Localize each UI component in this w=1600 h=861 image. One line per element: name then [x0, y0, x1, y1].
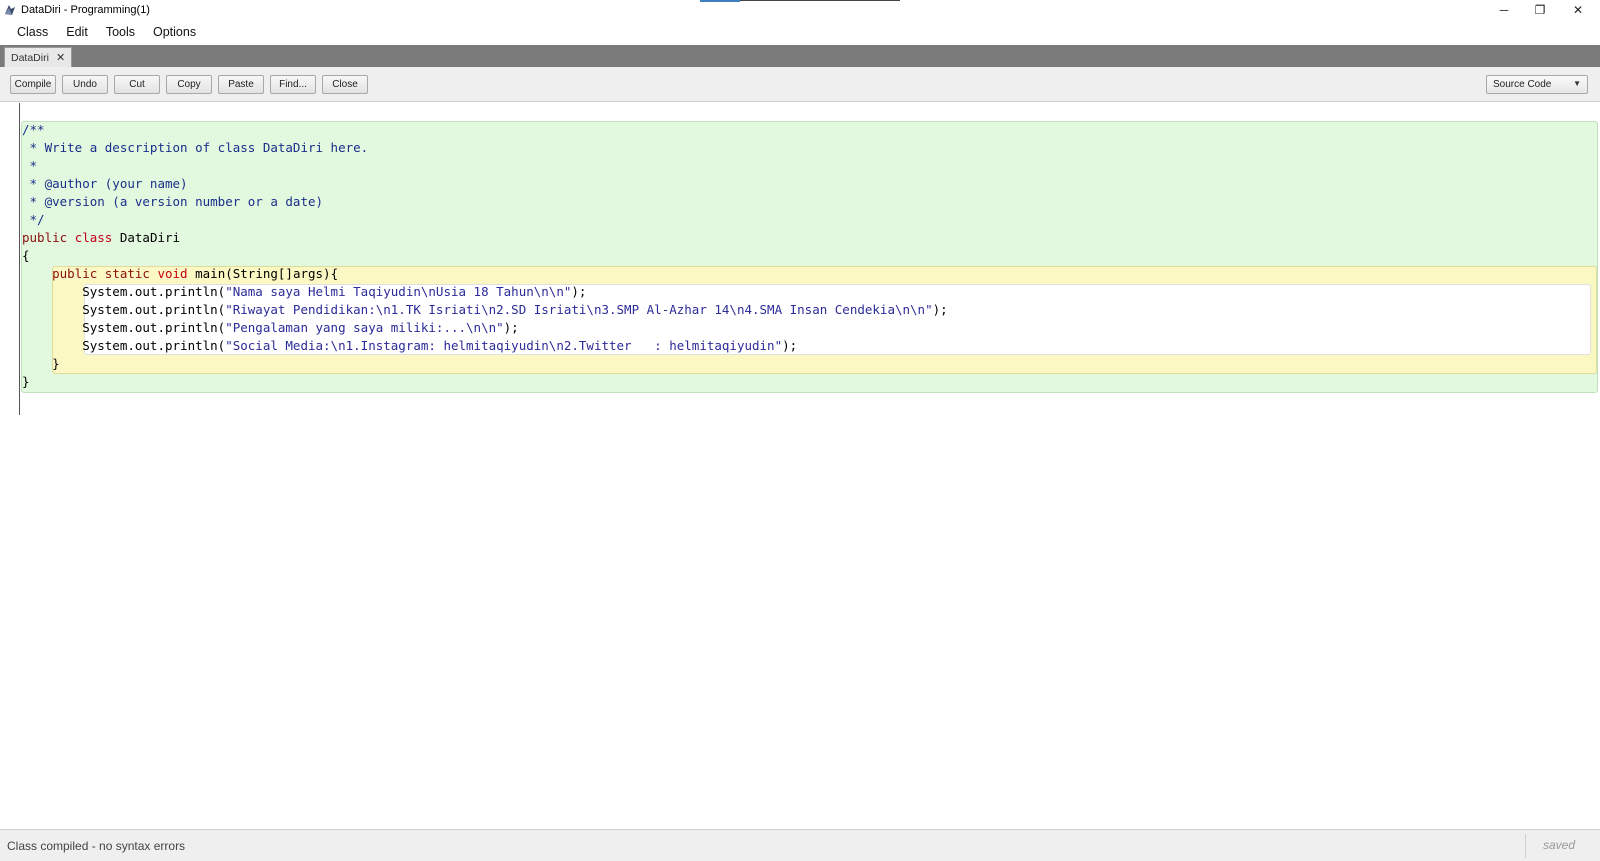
code-token: ); — [571, 284, 587, 299]
code-line[interactable]: */ — [22, 211, 948, 229]
title-accent-highlight — [700, 0, 740, 2]
copy-button[interactable]: Copy — [166, 75, 212, 94]
menu-options[interactable]: Options — [144, 25, 205, 39]
code-token: System.out.println( — [22, 284, 226, 299]
restore-button[interactable]: ❐ — [1521, 0, 1559, 19]
code-token: * — [22, 158, 38, 173]
code-token: * Write a description of class DataDiri … — [22, 140, 369, 155]
restore-icon: ❐ — [1534, 2, 1546, 17]
code-token: System.out.println( — [22, 320, 226, 335]
source-code[interactable]: /** * Write a description of class DataD… — [22, 121, 948, 391]
status-message: Class compiled - no syntax errors — [7, 839, 186, 853]
code-token: static — [104, 266, 158, 281]
editor-gutter-line — [19, 103, 20, 415]
code-token: ); — [503, 320, 519, 335]
tab-datadiri[interactable]: DataDiri ✕ — [4, 47, 73, 67]
code-token: * @version (a version number or a date) — [22, 194, 324, 209]
status-bar: Class compiled - no syntax errors saved — [0, 829, 1600, 861]
code-editor[interactable]: /** * Write a description of class DataD… — [0, 103, 1600, 828]
code-line[interactable]: System.out.println("Nama saya Helmi Taqi… — [22, 283, 948, 301]
code-line[interactable]: System.out.println("Pengalaman yang saya… — [22, 319, 948, 337]
tab-strip: DataDiri ✕ — [0, 45, 1600, 67]
close-icon: ✕ — [1572, 2, 1584, 17]
code-token: void — [157, 266, 196, 281]
code-line[interactable]: /** — [22, 121, 948, 139]
code-token: class — [74, 230, 120, 245]
code-token: */ — [22, 212, 45, 227]
editor-toolbar: Compile Undo Cut Copy Paste Find... Clos… — [0, 67, 1600, 102]
code-token: { — [22, 248, 30, 263]
code-token: } — [22, 356, 60, 371]
code-token: public — [52, 266, 105, 281]
code-token: main(String[]args){ — [195, 266, 339, 281]
window-title: DataDiri - Programming(1) — [21, 3, 150, 16]
code-token: System.out.println( — [22, 302, 226, 317]
code-line[interactable]: * @author (your name) — [22, 175, 948, 193]
code-token: } — [22, 374, 30, 389]
code-line[interactable]: * Write a description of class DataDiri … — [22, 139, 948, 157]
close-button[interactable]: Close — [322, 75, 368, 94]
code-token: DataDiri — [119, 230, 181, 245]
saved-indicator: saved — [1543, 838, 1576, 852]
code-line[interactable]: System.out.println("Social Media:\n1.Ins… — [22, 337, 948, 355]
code-line[interactable]: } — [22, 373, 948, 391]
code-token: "Riwayat Pendidikan:\n1.TK Isriati\n2.SD… — [225, 302, 933, 317]
tab-label: DataDiri — [11, 51, 49, 64]
paste-button[interactable]: Paste — [218, 75, 264, 94]
code-line[interactable]: public class DataDiri — [22, 229, 948, 247]
menu-edit[interactable]: Edit — [57, 25, 97, 39]
view-mode-select[interactable]: Source Code ▼ — [1486, 75, 1588, 94]
cut-button[interactable]: Cut — [114, 75, 160, 94]
undo-button[interactable]: Undo — [62, 75, 108, 94]
menu-class[interactable]: Class — [8, 25, 57, 39]
code-token: "Pengalaman yang saya miliki:...\n\n" — [225, 320, 504, 335]
code-token: System.out.println( — [22, 338, 226, 353]
status-divider — [1525, 834, 1526, 858]
tab-close-icon[interactable]: ✕ — [56, 51, 65, 64]
code-token: ); — [932, 302, 948, 317]
code-line[interactable]: * — [22, 157, 948, 175]
find-button[interactable]: Find... — [270, 75, 316, 94]
code-token: /** — [22, 122, 45, 137]
code-line[interactable]: } — [22, 355, 948, 373]
code-line[interactable]: System.out.println("Riwayat Pendidikan:\… — [22, 301, 948, 319]
code-token: public — [22, 230, 75, 245]
close-window-button[interactable]: ✕ — [1559, 0, 1597, 19]
code-line[interactable]: public static void main(String[]args){ — [22, 265, 948, 283]
minimize-button[interactable]: ─ — [1485, 0, 1523, 19]
menu-tools[interactable]: Tools — [97, 25, 144, 39]
minimize-icon: ─ — [1499, 2, 1509, 17]
compile-button[interactable]: Compile — [10, 75, 56, 94]
bluej-app-icon — [3, 3, 17, 17]
view-mode-value: Source Code — [1493, 79, 1552, 90]
code-token: "Social Media:\n1.Instagram: helmitaqiyu… — [225, 338, 783, 353]
dropdown-arrow-icon: ▼ — [1573, 79, 1581, 88]
menu-bar: Class Edit Tools Options — [0, 21, 1600, 43]
code-token: * @author (your name) — [22, 176, 188, 191]
code-line[interactable]: * @version (a version number or a date) — [22, 193, 948, 211]
code-token: ); — [782, 338, 798, 353]
title-bar: DataDiri - Programming(1) ─ ❐ ✕ — [0, 0, 1600, 19]
code-token: "Nama saya Helmi Taqiyudin\nUsia 18 Tahu… — [225, 284, 572, 299]
code-line[interactable]: { — [22, 247, 948, 265]
